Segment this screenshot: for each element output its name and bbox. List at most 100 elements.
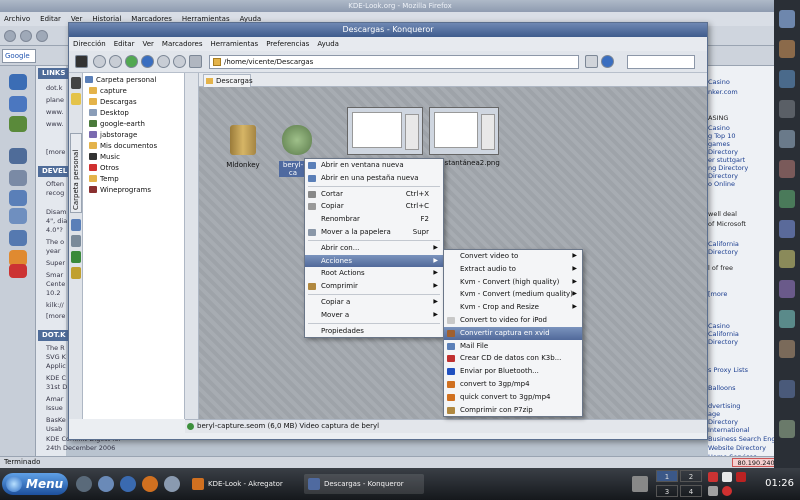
tree-item[interactable]: Temp — [89, 174, 119, 184]
desktop-4[interactable]: 4 — [680, 485, 702, 497]
menu-item[interactable]: Mover a la papelera Supr — [305, 226, 443, 239]
menu-item[interactable]: Abrir en una pestaña nueva — [305, 172, 443, 185]
home-icon[interactable] — [9, 148, 27, 164]
menu-item[interactable]: Abrir en ventana nueva — [305, 159, 443, 172]
menu-item[interactable]: Comprimir ▶ — [305, 280, 443, 293]
tree-item[interactable]: Carpeta personal — [85, 75, 156, 85]
media-icon[interactable] — [71, 267, 81, 279]
konqueror-menu-item[interactable]: Ver — [142, 40, 153, 48]
menu-item[interactable]: Acciones ▶ — [305, 254, 443, 268]
page-link[interactable]: recog — [46, 189, 64, 198]
tree-item[interactable]: Desktop — [89, 108, 129, 118]
image-thumbnail[interactable] — [347, 107, 423, 155]
page-link[interactable]: [more — [46, 148, 65, 157]
dock-app-icon[interactable] — [779, 310, 795, 328]
page-link[interactable]: International — [708, 426, 750, 434]
monitor-icon[interactable] — [9, 96, 27, 112]
back-icon[interactable] — [109, 55, 122, 68]
menu-item[interactable]: convert to 3gp/mp4 — [444, 378, 582, 391]
menu-item[interactable]: Copiar Ctrl+C — [305, 200, 443, 213]
menu-item[interactable]: Propiedades — [305, 325, 443, 338]
tray-icon[interactable] — [736, 472, 746, 482]
tray-icon[interactable] — [708, 486, 718, 496]
location-input[interactable]: /home/vicente/Descargas — [209, 55, 579, 69]
back-icon[interactable] — [4, 30, 16, 42]
menu-item[interactable]: Copiar a ▶ — [305, 296, 443, 309]
file-item-mldonkey[interactable]: Mldonkey — [223, 125, 263, 169]
firefox-icon[interactable] — [142, 476, 158, 492]
search-input[interactable] — [627, 55, 695, 69]
gear-icon[interactable] — [71, 77, 81, 89]
firefox-menu-item[interactable]: Archivo — [4, 15, 30, 23]
task-konqueror[interactable]: Descargas - Konqueror — [304, 474, 424, 494]
page-link[interactable]: games — [708, 140, 730, 148]
page-link[interactable]: Smar — [46, 271, 63, 280]
menu-item[interactable]: Convertir captura en xvid — [444, 326, 582, 340]
page-link[interactable]: dvertising — [708, 402, 740, 410]
page-link[interactable]: 24th December 2006 — [46, 444, 115, 453]
page-link[interactable]: Directory — [708, 418, 738, 426]
menu-item[interactable]: Mover a ▶ — [305, 309, 443, 322]
page-link[interactable]: BasKe — [46, 416, 66, 425]
menu-item[interactable]: Kvm - Convert (high quality) ▶ — [444, 276, 582, 289]
home-icon[interactable] — [141, 55, 154, 68]
desktop-icon[interactable] — [76, 476, 92, 492]
network-icon[interactable] — [71, 235, 81, 247]
page-link[interactable]: Casino — [708, 322, 730, 330]
info-icon[interactable] — [9, 208, 27, 224]
page-link[interactable]: Directory — [708, 172, 738, 180]
page-link[interactable]: Balloons — [708, 384, 736, 392]
page-link[interactable]: nker.com — [708, 88, 738, 96]
page-link[interactable]: of Microsoft — [708, 220, 746, 228]
tree-item[interactable]: google-earth — [89, 119, 145, 129]
tray-icon[interactable] — [722, 486, 732, 496]
stop-icon[interactable] — [173, 55, 186, 68]
go-icon[interactable] — [601, 55, 614, 68]
konqueror-menu-item[interactable]: Dirección — [73, 40, 106, 48]
email-icon[interactable] — [9, 170, 27, 186]
tree-item[interactable]: Music — [89, 152, 120, 162]
page-link[interactable]: Cente — [46, 280, 65, 289]
page-link[interactable]: Casino — [708, 124, 730, 132]
dock-app-icon[interactable] — [779, 250, 795, 268]
tree-item[interactable]: Wineprograms — [89, 185, 151, 195]
reload-icon[interactable] — [157, 55, 170, 68]
page-link[interactable]: 4", dia — [46, 217, 67, 226]
page-link[interactable]: year — [46, 247, 61, 256]
page-link[interactable]: Directory — [708, 338, 738, 346]
tab-descargas[interactable]: Descargas — [203, 74, 253, 87]
page-link[interactable]: SVG K — [46, 353, 66, 362]
tab-carpeta-personal[interactable]: Carpeta personal — [70, 133, 82, 213]
task-akregator[interactable]: KDE-Look - Akregator — [188, 474, 300, 494]
menu-item[interactable]: Crear CD de datos con K3b... — [444, 352, 582, 365]
dock-app-icon[interactable] — [779, 340, 795, 358]
page-link[interactable]: 10.2 — [46, 289, 60, 298]
konqueror-menu-item[interactable]: Editar — [114, 40, 135, 48]
forward-icon[interactable] — [125, 55, 138, 68]
konqueror-menu-item[interactable]: Ayuda — [317, 40, 339, 48]
bookmarks-icon[interactable] — [71, 93, 81, 105]
menu-item[interactable]: Mail File — [444, 340, 582, 353]
page-link[interactable]: [more — [708, 290, 727, 298]
page-link[interactable]: KDE C — [46, 374, 66, 383]
page-link[interactable]: Often — [46, 180, 64, 189]
menu-item[interactable]: Kvm - Convert (medium quality) ▶ — [444, 288, 582, 301]
tree-item[interactable]: Mis documentos — [89, 141, 157, 151]
dock-app-icon[interactable] — [779, 220, 795, 238]
page-link[interactable]: www. — [46, 108, 63, 117]
page-link[interactable]: [more — [46, 312, 65, 321]
konqueror-menu-item[interactable]: Marcadores — [162, 40, 203, 48]
page-link[interactable]: well deal — [708, 210, 737, 218]
tree-item[interactable]: jabstorage — [89, 130, 137, 140]
page-link[interactable]: The o — [46, 238, 64, 247]
page-link[interactable]: 4.0"? — [46, 226, 63, 235]
desktop-1[interactable]: 1 — [656, 470, 678, 482]
konqueror-menu-item[interactable]: Preferencias — [266, 40, 309, 48]
firefox-menu-item[interactable]: Editar — [40, 15, 61, 23]
tree-item[interactable]: Descargas — [89, 97, 137, 107]
dock-app-icon[interactable] — [779, 70, 795, 88]
page-link[interactable]: California — [708, 240, 739, 248]
tree-item[interactable]: Otros — [89, 163, 119, 173]
menu-item[interactable]: Kvm - Crop and Resize ▶ — [444, 301, 582, 314]
menu-item[interactable]: Convert video to ▶ — [444, 250, 582, 263]
